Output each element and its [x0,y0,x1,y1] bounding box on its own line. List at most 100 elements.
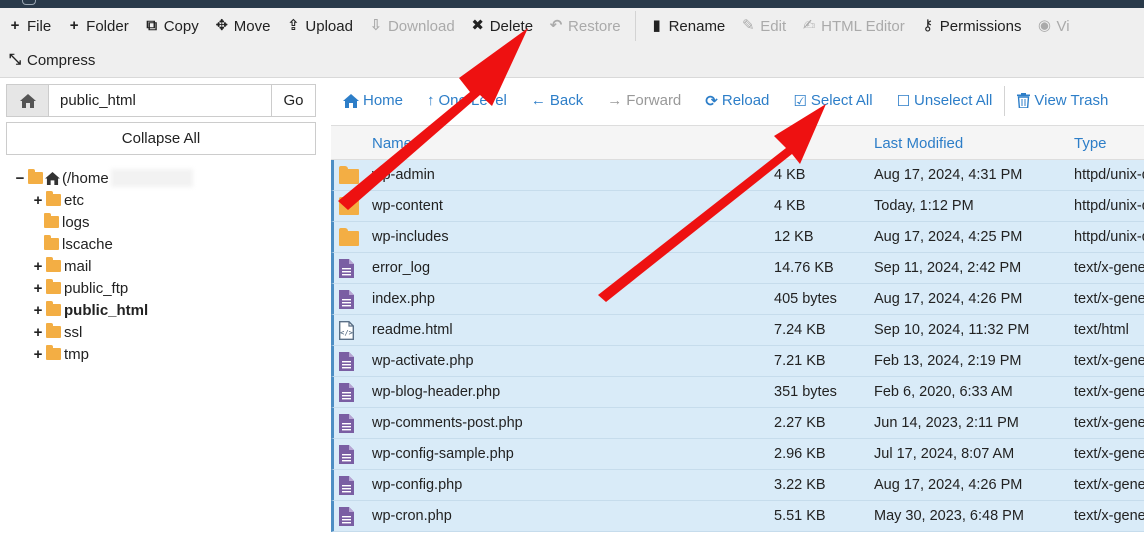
level-up-icon: ↑ [427,92,435,109]
column-header-type[interactable]: Type [1074,135,1107,152]
expand-toggle-icon[interactable]: + [32,324,44,341]
cell-size: 3.22 KB [774,477,826,493]
toolbar-button-restore[interactable]: ↶ Restore [541,10,629,42]
move-icon: ✥ [215,17,229,34]
view-trash-link[interactable]: View Trash [1005,84,1120,117]
table-row[interactable]: error_log 14.76 KB Sep 11, 2024, 2:42 PM te… [331,253,1144,284]
back-link[interactable]: ← Back [519,84,595,117]
redacted-username [110,169,193,187]
address-bar: Go [6,84,316,117]
cell-type: text/html [1074,322,1129,338]
open-folder-icon [28,169,43,184]
table-row[interactable]: </> readme.html 7.24 KB Sep 10, 2024, 11:32… [331,315,1144,346]
forward-link[interactable]: → Forward [595,84,693,117]
tree-item-lscache[interactable]: lscache [44,233,113,255]
toolbar-button-file[interactable]: + File [0,10,59,42]
toolbar-button-folder[interactable]: + Folder [59,10,137,42]
home-directory-button[interactable] [7,85,49,116]
tree-item-label: logs [62,213,90,231]
cell-modified: Jul 17, 2024, 8:07 AM [874,446,1015,462]
tree-item-mail[interactable]: + mail [32,255,92,277]
file-panel: Home ↑ One Level ← Back → Forward ⟳ Relo… [331,79,1144,538]
table-row[interactable]: index.php 405 bytes Aug 17, 2024, 4:26 PM t… [331,284,1144,315]
toolbar-button-compress[interactable]: ⤡ Compress [0,44,103,76]
table-row[interactable]: wp-comments-post.php 2.27 KB Jun 14, 2023,… [331,408,1144,439]
tree-item-tmp[interactable]: + tmp [32,343,89,365]
folder-icon [46,345,61,360]
download-icon: ⇩ [369,17,383,34]
cell-name: wp-cron.php [372,508,452,524]
toolbar-button-copy[interactable]: ⧉ Copy [137,10,207,42]
toolbar-button-label: Copy [163,17,199,35]
toolbar-button-label: Edit [760,17,787,35]
path-input[interactable] [49,85,271,116]
tree-item-public-html[interactable]: + public_html [32,299,148,321]
unselect-all-link[interactable]: ☐ Unselect All [885,84,1005,117]
toolbar-button-upload[interactable]: ⇪ Upload [278,10,361,42]
table-row[interactable]: wp-includes 12 KB Aug 17, 2024, 4:25 PM htt… [331,222,1144,253]
collapse-toggle-icon[interactable]: − [14,170,26,187]
tree-item-logs[interactable]: logs [44,211,90,233]
folder-icon [339,197,359,215]
toolbar-row-2: ⤡ Compress [0,43,103,77]
up-one-level-label: One Level [438,92,507,109]
toolbar-button-download[interactable]: ⇩ Download [361,10,463,42]
toolbar: + File + Folder ⧉ Copy ✥ Move ⇪ Upload ⇩ Download ✖ D… [0,8,1144,78]
file-icon: ▮ [652,17,661,34]
toolbar-button-html-editor[interactable]: ✍ HTML Editor [794,10,913,42]
column-header-last-modified[interactable]: Last Modified [874,135,963,152]
expand-toggle-icon[interactable]: + [32,192,44,209]
toolbar-button-delete[interactable]: ✖ Delete [463,10,541,42]
compress-icon: ⤡ [8,51,21,68]
tree-item-etc[interactable]: + etc [32,189,84,211]
table-row[interactable]: wp-cron.php 5.51 KB May 30, 2023, 6:48 PM t… [331,501,1144,532]
tree-item-public-ftp[interactable]: + public_ftp [32,277,128,299]
cell-size: 2.96 KB [774,446,826,462]
column-header-name[interactable]: Name [372,135,412,152]
home-link[interactable]: Home [331,84,415,117]
toolbar-button-move[interactable]: ✥ Move [207,10,279,42]
select-all-link[interactable]: ☑ Select All [781,84,884,117]
tree-item-label: public_ftp [64,279,129,297]
tree-root[interactable]: − (/home [14,167,193,189]
tree-item-label: mail [64,257,92,275]
cell-modified: Aug 17, 2024, 4:25 PM [874,229,1023,245]
cell-modified: Aug 17, 2024, 4:26 PM [874,477,1023,493]
expand-toggle-icon[interactable]: + [32,280,44,297]
unselect-all-label: Unselect All [914,92,993,109]
toolbar-button-label: Download [387,17,455,35]
text-file-icon [339,507,354,529]
table-row[interactable]: wp-content 4 KB Today, 1:12 PM httpd/unix-d [331,191,1144,222]
table-row[interactable]: wp-config.php 3.22 KB Aug 17, 2024, 4:26 P… [331,470,1144,501]
cell-type: httpd/unix-d [1074,229,1144,245]
cell-modified: Jun 14, 2023, 2:11 PM [874,415,1019,431]
up-one-level-link[interactable]: ↑ One Level [415,84,519,117]
collapse-all-button[interactable]: Collapse All [6,122,316,155]
expand-toggle-icon[interactable]: + [32,346,44,363]
table-row[interactable]: wp-blog-header.php 351 bytes Feb 6, 2020, … [331,377,1144,408]
expand-toggle-icon[interactable]: + [32,302,44,319]
tree-item-label: etc [64,191,85,209]
reload-link[interactable]: ⟳ Reload [693,84,781,117]
cell-name: wp-comments-post.php [372,415,523,431]
cell-modified: Sep 10, 2024, 11:32 PM [874,322,1030,338]
toolbar-button-edit[interactable]: ✎ Edit [733,10,794,42]
left-panel: Go Collapse All − (/home + etc logs lscache… [0,79,324,538]
go-button[interactable]: Go [271,85,315,116]
expand-toggle-icon[interactable]: + [32,258,44,275]
table-row[interactable]: wp-activate.php 7.21 KB Feb 13, 2024, 2:19… [331,346,1144,377]
cell-type: text/x-gene [1074,446,1144,462]
cell-modified: Feb 6, 2020, 6:33 AM [874,384,1013,400]
table-row[interactable]: wp-config-sample.php 2.96 KB Jul 17, 2024,… [331,439,1144,470]
table-row[interactable]: wp-admin 4 KB Aug 17, 2024, 4:31 PM httpd/u… [331,160,1144,191]
toolbar-button-vi[interactable]: ◉ Vi [1029,10,1077,42]
cell-type: text/x-gene [1074,260,1144,276]
restore-icon: ↶ [549,17,563,34]
toolbar-button-permissions[interactable]: ⚷ Permissions [913,10,1030,42]
home-icon [19,93,36,108]
cell-type: text/x-gene [1074,384,1144,400]
toolbar-button-rename[interactable]: ▮ Rename [642,10,734,42]
cell-type: text/x-gene [1074,291,1144,307]
cell-size: 5.51 KB [774,508,826,524]
tree-item-ssl[interactable]: + ssl [32,321,82,343]
